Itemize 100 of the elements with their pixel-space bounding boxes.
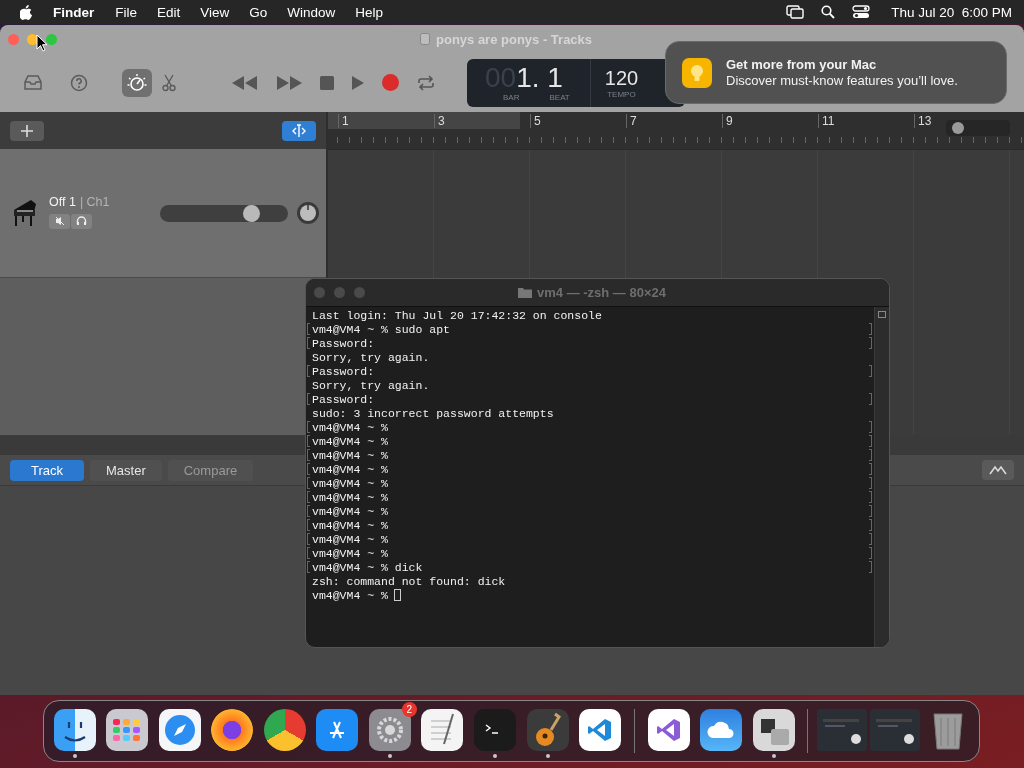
terminal-line: vm4@VM4 ~ % (311, 504, 388, 518)
lightbulb-icon (682, 57, 712, 88)
terminal-line: Sorry, try again. (311, 378, 430, 392)
terminal-line: vm4@VM4 ~ % (311, 420, 388, 434)
headphones-icon (76, 216, 87, 226)
menu-item[interactable]: Edit (157, 4, 181, 20)
terminal-line: vm4@VM4 ~ % sudo apt (311, 322, 451, 336)
terminal-line: vm4@VM4 ~ % dick (311, 560, 423, 574)
terminal-line: vm4@VM4 ~ % (311, 434, 388, 448)
apple-logo-icon[interactable] (20, 4, 33, 20)
editor-tab[interactable]: Track (10, 459, 84, 481)
line-mark (869, 463, 872, 475)
line-mark (869, 533, 872, 545)
line-mark (869, 435, 872, 447)
track-header[interactable]: Off 1 | Ch1 (0, 149, 326, 278)
catch-playhead-button[interactable] (282, 120, 316, 141)
terminal-line: Sorry, try again. (311, 350, 430, 364)
bar-label: BAR (503, 93, 520, 102)
zigzag-icon (989, 465, 1007, 475)
tempo-value: 120 (604, 66, 639, 90)
notification-title: Get more from your Mac (726, 57, 878, 72)
terminal-line: vm4@VM4 ~ % (311, 462, 388, 476)
pan-knob[interactable] (295, 201, 320, 225)
play-icon[interactable] (352, 75, 364, 90)
notification-body: Discover must-know features you’ll love. (726, 73, 958, 88)
bar-number: 1 (338, 113, 434, 128)
menu-item[interactable]: Window (287, 4, 336, 20)
track-name: Off 1 (49, 194, 76, 209)
menu-bar-clock: Thu Jul 20 6:00 PM (891, 4, 1012, 20)
solo-button[interactable] (71, 213, 92, 229)
tuner-button[interactable] (122, 68, 152, 97)
line-mark (869, 491, 872, 503)
menu-item[interactable]: File (115, 4, 138, 20)
terminal-line: vm4@VM4 ~ % (311, 490, 388, 504)
editor-tab[interactable]: Master (90, 459, 162, 481)
document-icon (420, 33, 430, 45)
bar-number: 7 (626, 113, 722, 128)
scissors-icon (162, 73, 176, 92)
terminal-line: vm4@VM4 ~ % (311, 476, 388, 490)
bar-number: 3 (434, 113, 530, 128)
terminal-line: vm4@VM4 ~ % (311, 448, 388, 462)
line-mark (869, 393, 872, 405)
grid-icon[interactable] (106, 709, 149, 751)
split-arrows-icon (291, 123, 307, 138)
speaker-muted-icon (54, 216, 65, 226)
help-icon (70, 73, 88, 92)
guitar-icon[interactable] (526, 709, 569, 751)
mute-button[interactable] (49, 213, 70, 229)
menu-item[interactable]: Go (249, 4, 268, 20)
line-mark (869, 323, 872, 335)
bar-number: 9 (722, 113, 818, 128)
app-store-icon[interactable] (316, 709, 359, 751)
menu-app-name[interactable]: Finder (53, 4, 95, 20)
notepad-icon[interactable] (421, 709, 464, 751)
line-mark (869, 477, 872, 489)
line-mark (869, 547, 872, 559)
terminal-line: vm4@VM4 ~ % (311, 546, 388, 560)
search-icon[interactable] (821, 5, 836, 19)
terminal-line: Password: (311, 364, 375, 378)
terminal-line: Password: (311, 392, 375, 406)
beat-label: BEAT (549, 93, 570, 102)
add-track-button[interactable] (10, 120, 44, 141)
rewind-icon[interactable] (232, 75, 258, 90)
line-mark (869, 449, 872, 461)
timeline-ruler[interactable]: 1 3 5 7 9 11 13 (328, 112, 1024, 149)
terminal-line: Last login: Thu Jul 20 17:42:32 on console (311, 308, 602, 322)
cycle-icon[interactable] (417, 74, 435, 91)
terminal-line: vm4@VM4 ~ % (311, 518, 388, 532)
menu-item[interactable]: Help (355, 4, 384, 20)
line-mark (869, 561, 872, 573)
scroll-bar[interactable] (874, 307, 889, 647)
piano-icon (11, 198, 39, 228)
terminal-line: vm4@VM4 ~ % (311, 532, 388, 546)
stop-icon[interactable] (320, 75, 334, 90)
line-mark (869, 365, 872, 377)
compass-icon[interactable] (158, 709, 201, 751)
tuner-icon (126, 71, 148, 94)
folder-icon (518, 287, 532, 298)
line-mark (869, 421, 872, 433)
smart-controls-button[interactable] (982, 460, 1014, 480)
fast-forward-icon[interactable] (276, 75, 302, 90)
volume-slider[interactable] (159, 204, 288, 222)
window-thumbnail[interactable] (870, 709, 921, 751)
face-icon[interactable] (53, 709, 96, 751)
volume-slider-thumb[interactable] (242, 204, 260, 222)
tray-icon (23, 74, 43, 91)
line-mark (869, 337, 872, 349)
line-mark (869, 519, 872, 531)
terminal-line: vm4@VM4 ~ % (311, 588, 388, 602)
cloud-icon[interactable] (700, 709, 743, 751)
mouse-pointer-icon (36, 34, 48, 52)
zoom-slider[interactable] (946, 120, 1010, 136)
control-center-icon[interactable] (852, 5, 871, 19)
code-editor-icon[interactable] (579, 709, 622, 751)
screen-mirroring-icon[interactable] (786, 5, 805, 19)
bar-number: 5 (530, 113, 626, 128)
zoom-slider-thumb[interactable] (952, 122, 965, 134)
menu-item[interactable]: View (200, 4, 230, 20)
notification-banner[interactable]: Get more from your Mac Discover must-know features you’ll love. (665, 41, 1007, 104)
window-thumbnail[interactable] (817, 709, 868, 751)
